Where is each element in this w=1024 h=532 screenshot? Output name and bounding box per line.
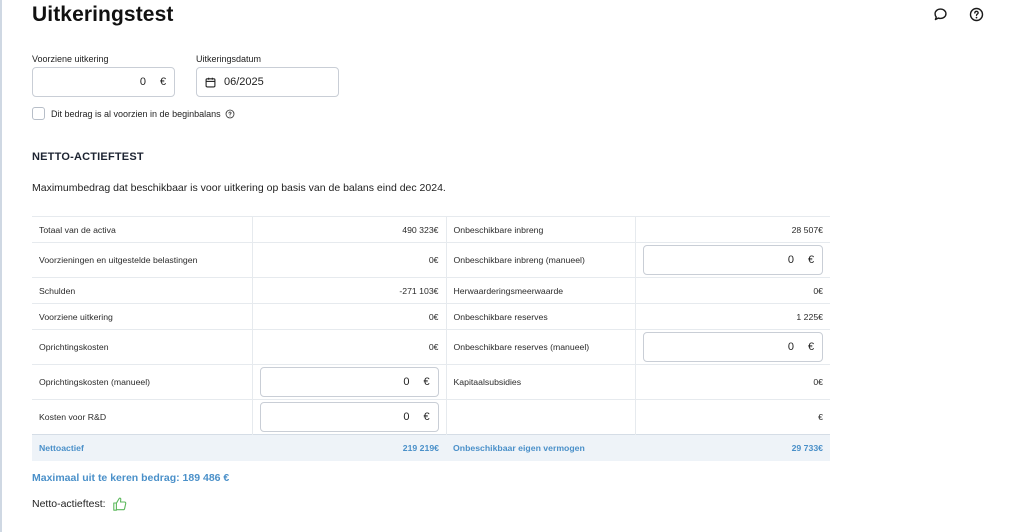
input-value: 0 [403, 411, 410, 423]
input-value: 0 [787, 341, 794, 353]
row-value: 1 225€ [634, 303, 830, 330]
row-value: 0€ [634, 364, 830, 400]
input-cell: 0 € [634, 329, 830, 365]
euro-unit: € [807, 254, 815, 266]
row-value: 0€ [251, 303, 446, 330]
euro-unit: € [159, 76, 167, 88]
calendar-icon [205, 77, 216, 88]
page-title: Uitkeringstest [32, 3, 174, 26]
netto-actief-table: Totaal van de activa 490 323€ Onbeschikb… [32, 216, 830, 461]
row-value: 0€ [251, 242, 446, 278]
table-row: Voorziene uitkering 0€ Onbeschikbare res… [32, 303, 830, 330]
row-label: Onbeschikbare inbreng [445, 216, 635, 243]
row-value: 0€ [251, 329, 446, 365]
row-label: Voorziene uitkering [32, 303, 252, 330]
voorziene-uitkering-value: 0 [139, 76, 146, 88]
input-cell: 0 € [251, 364, 446, 400]
onbeschikbare-inbreng-manueel-input[interactable]: 0 € [642, 245, 823, 275]
row-label: Voorzieningen en uitgestelde belastingen [32, 242, 252, 278]
table-row: Schulden -271 103€ Herwaarderingsmeerwaa… [32, 277, 830, 304]
comment-icon[interactable] [932, 6, 948, 22]
input-cell: 0 € [251, 399, 446, 435]
row-value: 0€ [634, 277, 830, 304]
left-border [0, 0, 2, 532]
euro-unit: € [807, 341, 815, 353]
row-label: Herwaarderingsmeerwaarde [445, 277, 635, 304]
table-row: Voorzieningen en uitgestelde belastingen… [32, 242, 830, 278]
section-intro: Maximumbedrag dat beschikbaar is voor ui… [32, 182, 446, 194]
row-value: 490 323€ [251, 216, 446, 243]
row-label: Oprichtingskosten (manueel) [32, 364, 252, 400]
kosten-rd-input[interactable]: 0 € [259, 402, 439, 432]
netto-actieftest-label: Netto-actieftest: [32, 498, 106, 510]
row-value: -271 103€ [251, 277, 446, 304]
euro-unit: € [423, 376, 430, 388]
row-label: Kosten voor R&D [32, 399, 252, 435]
row-label: Onbeschikbare inbreng (manueel) [445, 242, 635, 278]
table-row: Oprichtingskosten 0€ Onbeschikbare reser… [32, 329, 830, 365]
table-row: Kosten voor R&D 0 € € [32, 399, 830, 435]
beginbalans-checkbox[interactable] [32, 107, 45, 120]
row-label: Schulden [32, 277, 252, 304]
row-label: Onbeschikbare reserves (manueel) [445, 329, 635, 365]
uitkeringsdatum-label: Uitkeringsdatum [196, 54, 262, 64]
row-label [445, 399, 635, 435]
section-title: NETTO-ACTIEFTEST [32, 151, 144, 163]
input-cell: 0 € [634, 242, 830, 278]
beginbalans-label: Dit bedrag is al voorzien in de beginbal… [51, 108, 221, 119]
nettoactief-label: Nettoactief [32, 434, 252, 461]
thumbs-up-icon [112, 496, 128, 512]
voorziene-uitkering-input[interactable]: 0 € [32, 67, 175, 97]
table-row: Oprichtingskosten (manueel) 0 € Kapitaal… [32, 364, 830, 400]
onbeschikbaar-eigen-vermogen-value: 29 733€ [635, 434, 830, 461]
input-value: 0 [403, 376, 410, 388]
input-value: 0 [787, 254, 794, 266]
row-label: Onbeschikbare reserves [445, 303, 635, 330]
row-label: Kapitaalsubsidies [445, 364, 635, 400]
row-value: 28 507€ [634, 216, 830, 243]
uitkeringsdatum-value: 06/2025 [224, 76, 264, 88]
oprichtingskosten-manueel-input[interactable]: 0 € [259, 367, 439, 397]
voorziene-uitkering-label: Voorziene uitkering [32, 54, 109, 64]
row-label: Oprichtingskosten [32, 329, 252, 365]
onbeschikbaar-eigen-vermogen-label: Onbeschikbaar eigen vermogen [446, 434, 635, 461]
onbeschikbare-reserves-manueel-input[interactable]: 0 € [642, 332, 823, 362]
help-icon[interactable] [225, 109, 235, 119]
table-row: Totaal van de activa 490 323€ Onbeschikb… [32, 216, 830, 243]
netto-actieftest-result: Netto-actieftest: [32, 496, 128, 512]
nettoactief-value: 219 219€ [252, 434, 446, 461]
total-row: Nettoactief 219 219€ Onbeschikbaar eigen… [32, 434, 830, 461]
uitkeringsdatum-input[interactable]: 06/2025 [196, 67, 339, 97]
row-label: Totaal van de activa [32, 216, 252, 243]
row-value: € [634, 399, 830, 435]
max-amount: Maximaal uit te keren bedrag: 189 486 € [32, 472, 230, 484]
euro-unit: € [423, 411, 430, 423]
help-icon[interactable] [968, 6, 984, 22]
beginbalans-row: Dit bedrag is al voorzien in de beginbal… [32, 107, 235, 120]
